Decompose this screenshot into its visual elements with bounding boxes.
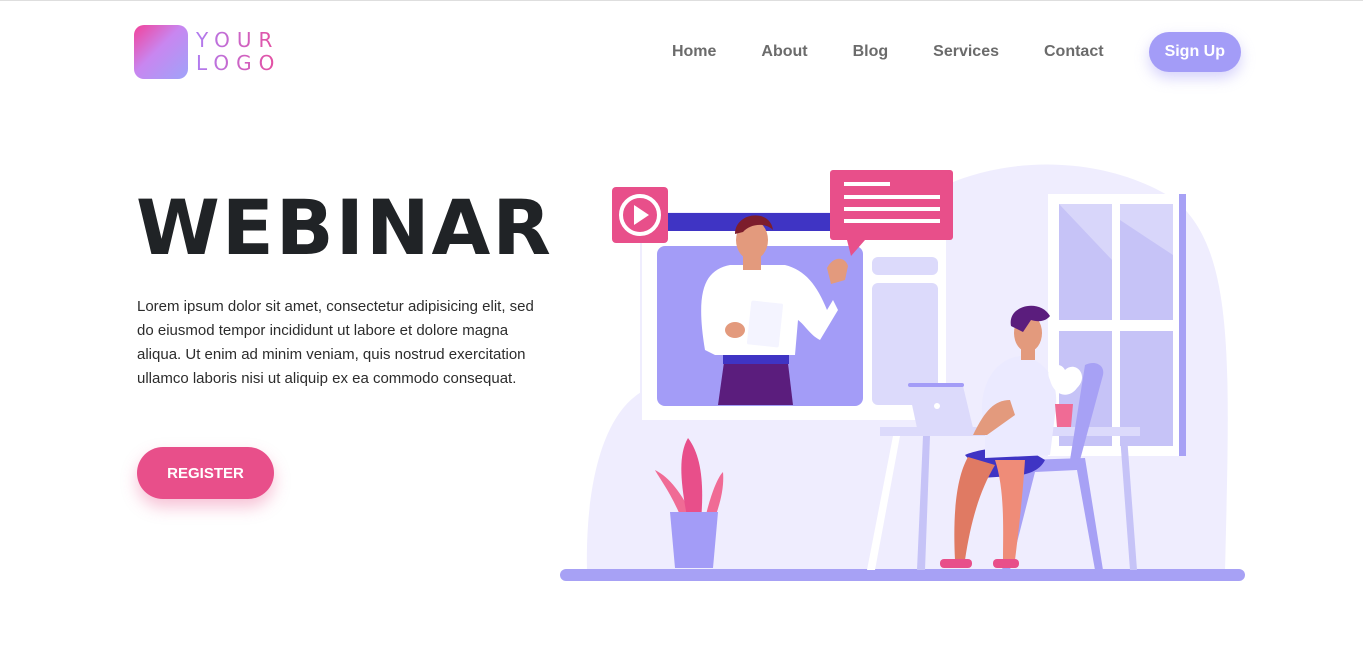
logo-text-line2: LOGO [196,51,282,75]
signup-button[interactable]: Sign Up [1148,32,1241,72]
nav-services[interactable]: Services [933,32,999,72]
nav-about[interactable]: About [761,32,807,72]
hero-description: Lorem ipsum dolor sit amet, consectetur … [137,298,534,387]
hero-title: WEBINAR [136,183,553,272]
logo-text-line1: YOUR [196,28,280,52]
laptop-icon [908,383,973,428]
webinar-illustration [560,164,1245,581]
main-nav: Home About Blog Services Contact Sign Up [672,32,1241,72]
top-border [0,0,1363,1]
register-button[interactable]: REGISTER [137,447,274,499]
logo-text: YOUR LOGO [196,29,281,75]
play-icon-badge [612,187,668,243]
nav-blog[interactable]: Blog [853,32,889,72]
nav-contact[interactable]: Contact [1044,32,1104,72]
floor-line [560,569,1245,581]
nav-home[interactable]: Home [672,32,716,72]
logo-mark [134,25,188,79]
logo[interactable]: YOUR LOGO [134,25,281,79]
